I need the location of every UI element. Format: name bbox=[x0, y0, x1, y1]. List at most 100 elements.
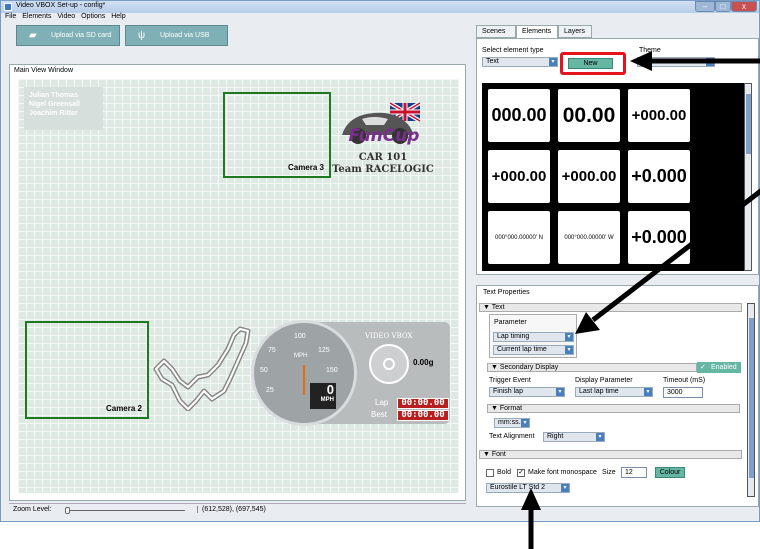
menu-video[interactable]: Video bbox=[57, 13, 75, 20]
secondary-display-header[interactable]: ▼ Secondary Display bbox=[487, 363, 697, 372]
car-line-2: Team RACELOGIC bbox=[332, 164, 434, 175]
chevron-down-icon: ▾ bbox=[549, 58, 557, 66]
menu-bar: File Elements Video Options Help bbox=[1, 13, 471, 23]
parameter-box: Parameter Lap timing ▾ Current lap time … bbox=[489, 314, 577, 358]
best-time: 00:00.00 bbox=[397, 410, 449, 421]
enabled-toggle[interactable]: ✓ Enabled bbox=[697, 362, 741, 373]
dashboard-overlay[interactable]: 25 50 75 100 125 150 MPH 0 MPH VIDEO VBO… bbox=[251, 320, 450, 426]
funcup-logo[interactable]: FunCup CAR 101 Team RACELOGIC bbox=[328, 101, 453, 187]
main-view-window: Main View Window Julian Thomas Nigel Gre… bbox=[9, 64, 466, 501]
gallery-item[interactable]: 000°000.00000' N bbox=[486, 209, 552, 266]
gallery-item[interactable]: 000.00 bbox=[486, 87, 552, 144]
subparameter-select[interactable]: Current lap time ▾ bbox=[493, 345, 574, 355]
tab-scenes[interactable]: Scenes bbox=[476, 25, 516, 38]
monospace-checkbox[interactable]: ✓ bbox=[517, 469, 525, 477]
element-type-select[interactable]: Text ▾ bbox=[482, 57, 558, 67]
chevron-down-icon: ▾ bbox=[706, 58, 714, 66]
g-force-meter bbox=[369, 344, 409, 384]
menu-elements[interactable]: Elements bbox=[22, 13, 51, 20]
upload-usb-button[interactable]: ψ Upload via USB bbox=[125, 25, 228, 46]
gallery-item[interactable]: +0.000 bbox=[626, 209, 692, 266]
right-panel: Scenes Elements Layers Select element ty… bbox=[476, 25, 759, 275]
timeout-label: Timeout (mS) bbox=[663, 377, 706, 384]
theme-select[interactable]: ▾ bbox=[637, 57, 715, 67]
upload-sd-button[interactable]: ▰ Upload via SD card bbox=[16, 25, 120, 46]
gallery-item[interactable]: 000°000.00000' W bbox=[556, 209, 622, 266]
title-bar: Video VBOX Set-up - config* – □ x bbox=[1, 1, 759, 13]
font-value: Eurostile LT Std 2 bbox=[490, 484, 545, 491]
font-select[interactable]: Eurostile LT Std 2 ▾ bbox=[486, 483, 570, 493]
scrollbar-thumb[interactable] bbox=[746, 94, 751, 154]
close-button[interactable]: x bbox=[731, 1, 757, 12]
camera-2-label: Camera 2 bbox=[105, 404, 142, 413]
bold-label: Bold bbox=[497, 469, 512, 476]
tab-elements[interactable]: Elements bbox=[516, 25, 558, 38]
usb-icon: ψ bbox=[138, 30, 146, 41]
display-parameter-value: Last lap time bbox=[579, 388, 619, 395]
driver-name: Nigel Greensall bbox=[29, 101, 80, 108]
main-view-label: Main View Window bbox=[14, 67, 74, 74]
gallery-item[interactable]: +000.00 bbox=[486, 148, 552, 205]
menu-options[interactable]: Options bbox=[81, 13, 105, 20]
element-gallery: 000.00 00.00 +000.00 +000.00 +000.00 +0.… bbox=[482, 83, 744, 271]
maximize-button[interactable]: □ bbox=[715, 1, 731, 12]
scene-canvas[interactable]: Julian Thomas Nigel Greensall Joachim Ri… bbox=[18, 79, 459, 493]
car-number: CAR 101 Team RACELOGIC bbox=[328, 152, 438, 176]
driver-names[interactable]: Julian Thomas Nigel Greensall Joachim Ri… bbox=[24, 87, 103, 130]
timeout-input[interactable]: 3000 bbox=[663, 387, 703, 398]
chevron-down-icon: ▾ bbox=[644, 388, 652, 396]
text-alignment-select[interactable]: Right ▾ bbox=[543, 432, 605, 442]
camera-3-label: Camera 3 bbox=[287, 163, 324, 172]
app-icon bbox=[4, 3, 12, 11]
gallery-item[interactable]: +000.00 bbox=[556, 148, 622, 205]
display-parameter-select[interactable]: Last lap time ▾ bbox=[575, 387, 653, 397]
colour-button[interactable]: Colour bbox=[655, 467, 685, 478]
gauge-needle bbox=[303, 365, 305, 395]
gallery-scrollbar[interactable] bbox=[744, 83, 752, 271]
menu-file[interactable]: File bbox=[5, 13, 16, 20]
monospace-label: Make font monospace bbox=[528, 469, 597, 476]
parameter-label: Parameter bbox=[494, 319, 527, 326]
chevron-down-icon: ▾ bbox=[596, 433, 604, 441]
element-type-value: Text bbox=[486, 58, 499, 65]
gallery-item[interactable]: +000.00 bbox=[626, 87, 692, 144]
gallery-item[interactable]: 00.00 bbox=[556, 87, 622, 144]
font-section-header[interactable]: ▼ Font bbox=[479, 450, 742, 459]
format-section-label: Format bbox=[499, 405, 523, 412]
trigger-event-select[interactable]: Finish lap ▾ bbox=[489, 387, 565, 397]
trigger-event-label: Trigger Event bbox=[489, 377, 531, 384]
format-section-header[interactable]: ▼ Format bbox=[487, 404, 740, 413]
menu-help[interactable]: Help bbox=[111, 13, 125, 20]
lap-label: Lap bbox=[375, 398, 389, 407]
tab-layers[interactable]: Layers bbox=[558, 25, 592, 38]
upload-usb-label: Upload via USB bbox=[160, 32, 210, 39]
window-title: Video VBOX Set-up - config* bbox=[16, 2, 106, 9]
secondary-display-label: Secondary Display bbox=[499, 364, 559, 371]
scrollbar-thumb[interactable] bbox=[749, 318, 754, 478]
gallery-item[interactable]: +0.000 bbox=[626, 148, 692, 205]
gauge-tick: 150 bbox=[326, 367, 338, 374]
display-parameter-label: Display Parameter bbox=[575, 377, 633, 384]
text-alignment-label: Text Alignment bbox=[489, 433, 535, 440]
camera-3-frame[interactable]: Camera 3 bbox=[223, 92, 331, 178]
font-section-label: Font bbox=[491, 451, 506, 458]
camera-2-frame[interactable]: Camera 2 bbox=[25, 321, 149, 419]
status-bar: Zoom Level: (612,528), (697,545) bbox=[9, 503, 466, 515]
format-select[interactable]: mm:ss.ss ▾ bbox=[494, 418, 530, 428]
trigger-event-value: Finish lap bbox=[493, 388, 523, 395]
app-window: Video VBOX Set-up - config* – □ x File E… bbox=[0, 0, 760, 522]
speed-unit: MPH bbox=[320, 397, 334, 403]
zoom-slider-handle[interactable] bbox=[65, 507, 70, 514]
text-section-header[interactable]: ▼ Text bbox=[479, 303, 742, 312]
minimize-button[interactable]: – bbox=[695, 1, 715, 12]
zoom-slider[interactable] bbox=[65, 507, 185, 514]
bold-checkbox[interactable] bbox=[486, 469, 494, 477]
chevron-down-icon: ▾ bbox=[565, 346, 573, 354]
properties-scrollbar[interactable] bbox=[747, 303, 755, 497]
cursor-coords: (612,528), (697,545) bbox=[197, 506, 266, 513]
crosshair-icon bbox=[383, 358, 395, 370]
parameter-select[interactable]: Lap timing ▾ bbox=[493, 332, 574, 342]
speed-gauge: 25 50 75 100 125 150 MPH 0 MPH bbox=[251, 320, 357, 426]
size-input[interactable]: 12 bbox=[621, 467, 647, 478]
elements-panel: Select element type Text ▾ New Theme ▾ 0… bbox=[476, 38, 759, 275]
